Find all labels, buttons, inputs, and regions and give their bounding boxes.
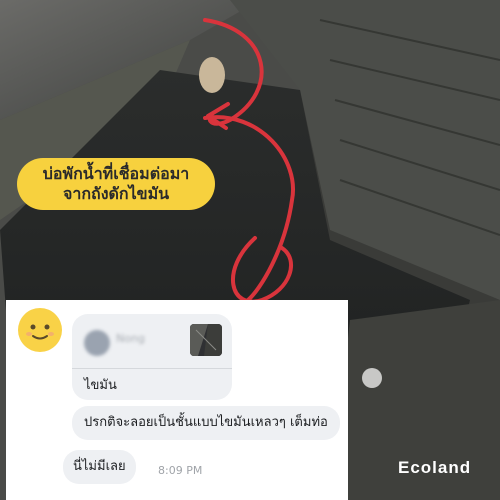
chat-message-bubble[interactable]: นี่ไม่มีเลย <box>63 450 136 484</box>
smiley-avatar-icon <box>18 308 62 352</box>
quoted-name: Nong <box>116 332 145 345</box>
quoted-message-text: ไขมัน <box>84 378 117 393</box>
reply-bubble[interactable]: Nong ไขมัน <box>72 314 232 400</box>
annotation-label: บ่อพักน้ำที่เชื่อมต่อมา จากถังดักไขมัน <box>17 158 215 210</box>
chat-message-bubble[interactable]: ปรกติจะลอยเป็นชั้นแบบไขมันเหลวๆ เต็มท่อ <box>72 406 340 440</box>
quoted-image-thumbnail[interactable] <box>190 324 222 356</box>
message-timestamp: 8:09 PM <box>158 464 203 477</box>
quoted-message-header: Nong <box>72 314 232 369</box>
annotation-label-line-2: จากถังดักไขมัน <box>62 184 170 203</box>
brand-logo: Ecoland <box>398 458 472 477</box>
quoted-avatar <box>84 330 110 356</box>
annotation-label-line-1: บ่อพักน้ำที่เชื่อมต่อมา <box>42 164 190 183</box>
chat-panel: Nong ไขมัน ปรกติจะลอยเป็นชั้นแบบไขมันเหล… <box>6 300 348 500</box>
